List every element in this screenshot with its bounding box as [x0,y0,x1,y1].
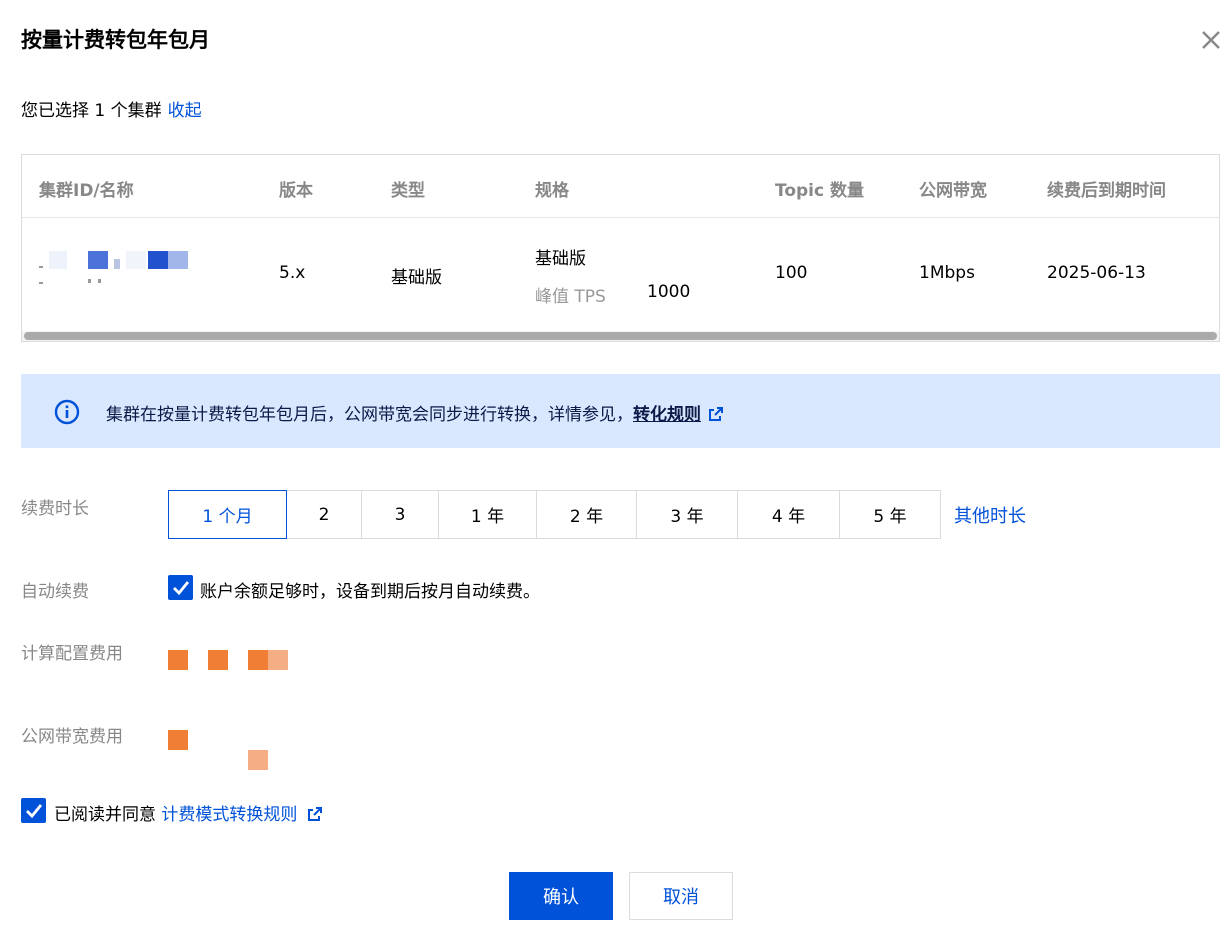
auto-renew-label: 自动续费 [21,582,89,602]
cell-type: 基础版 [391,268,442,288]
bandwidth-fee-label: 公网带宽费用 [21,727,123,747]
cell-expire-date: 2025-06-13 [1047,263,1146,283]
header-expire-time: 续费后到期时间 [1047,181,1166,201]
scrollbar-thumb[interactable] [24,332,1217,340]
duration-option-3[interactable]: 3 [361,490,439,539]
cell-bandwidth: 1Mbps [919,263,975,283]
duration-option-5-year[interactable]: 5 年 [839,490,941,539]
collapse-link[interactable]: 收起 [168,101,202,121]
alert-text-wrap: 集群在按量计费转包年包月后，公网带宽会同步进行转换，详情参见，转化规则 [106,400,724,425]
confirm-button[interactable]: 确认 [509,872,613,920]
close-icon[interactable] [1199,28,1223,52]
external-link-icon[interactable] [307,806,323,822]
dialog-title: 按量计费转包年包月 [21,28,210,52]
info-circle-icon [54,399,80,425]
table-header: 集群ID/名称 版本 类型 规格 Topic 数量 公网带宽 续费后到期时间 [22,155,1219,218]
cell-topic-count: 100 [775,263,808,283]
header-version: 版本 [279,181,313,201]
cell-spec-tps-label: 峰值 TPS [535,287,606,307]
duration-option-3-year[interactable]: 3 年 [636,490,738,539]
duration-option-2-year[interactable]: 2 年 [536,490,637,539]
alert-message: 集群在按量计费转包年包月后，公网带宽会同步进行转换，详情参见， [106,405,633,425]
duration-option-4-year[interactable]: 4 年 [737,490,840,539]
renewal-duration-label: 续费时长 [21,499,89,519]
agreement-checkbox[interactable] [21,798,46,823]
agreement-text: 已阅读并同意 [54,805,156,825]
cell-spec-tps-value: 1000 [647,282,691,302]
external-link-icon[interactable] [708,406,724,422]
other-duration-link[interactable]: 其他时长 [954,502,1026,528]
cancel-button[interactable]: 取消 [629,872,733,920]
conversion-rule-link[interactable]: 转化规则 [633,405,701,425]
cell-spec-name: 基础版 [535,249,586,269]
header-spec: 规格 [535,181,569,201]
header-cluster-id: 集群ID/名称 [39,181,134,201]
duration-option-2[interactable]: 2 [286,490,362,539]
billing-conversion-rule-link[interactable]: 计费模式转换规则 [161,805,297,825]
agreement-line: 已阅读并同意 计费模式转换规则 [54,800,323,825]
header-topic-count: Topic 数量 [775,181,865,201]
selection-count-text: 您已选择 1 个集群 [21,101,162,121]
cluster-table: 集群ID/名称 版本 类型 规格 Topic 数量 公网带宽 续费后到期时间 5… [21,154,1220,342]
horizontal-scrollbar[interactable] [22,331,1219,341]
renewal-duration-selector: 1 个月 2 3 1 年 2 年 3 年 4 年 5 年 [168,490,941,539]
duration-option-1-month[interactable]: 1 个月 [168,490,287,539]
cell-version: 5.x [279,263,306,283]
auto-renew-checkbox[interactable] [168,575,193,600]
selection-summary: 您已选择 1 个集群 收起 [21,96,202,121]
info-alert: 集群在按量计费转包年包月后，公网带宽会同步进行转换，详情参见，转化规则 [21,374,1220,448]
compute-fee-label: 计算配置费用 [21,644,123,664]
header-bandwidth: 公网带宽 [919,181,987,201]
auto-renew-text: 账户余额足够时，设备到期后按月自动续费。 [200,582,540,602]
duration-option-1-year[interactable]: 1 年 [438,490,537,539]
header-type: 类型 [391,181,425,201]
